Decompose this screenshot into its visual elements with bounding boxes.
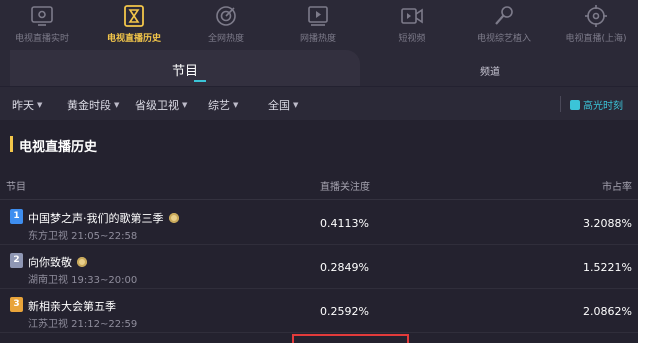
program-name: 新相亲大会第五季 [28,298,116,314]
bottom-margin [0,343,648,363]
section-title: 电视直播历史 [19,140,98,155]
section-accent-bar [10,136,13,152]
column-header-share[interactable]: 市占率 [602,178,632,193]
filter-region-label: 全国 [268,99,290,112]
program-channel-time: 江苏卫视 21:12~22:59 [28,319,138,330]
program-channel-time: 湖南卫视 19:33~20:00 [28,275,138,286]
tv-icon [31,6,53,26]
program-name: 向你致敬 [28,254,87,270]
nav-label: 电视直播历史 [106,34,161,44]
video-icon [401,8,423,24]
share-value: 1.5221% [583,261,632,274]
nav-label: 电视综艺植入 [476,34,531,44]
tab-channel-label: 频道 [480,67,500,78]
table-row[interactable]: 1 中国梦之声·我们的歌第三季 东方卫视 21:05~22:58 0.4113%… [0,201,638,245]
program-name: 中国梦之声·我们的歌第三季 [28,210,179,226]
rank-badge: 3 [10,297,23,312]
table-header: 节目 直播关注度 市占率 [0,170,638,200]
target-icon [216,6,236,26]
table-row[interactable]: 3 新相亲大会第五季 江苏卫视 21:12~22:59 0.2592% 2.08… [0,289,638,333]
nav-item-tv-live-history[interactable]: 电视直播历史 [92,0,176,50]
checkbox-icon [570,100,580,110]
app-window: 电视直播实时 电视直播历史 全网热度 网播热度 短视频 电视综艺植入 电视直播(… [0,0,648,363]
nav-label: 网播热度 [299,34,336,44]
nav-label: 电视直播(上海) [565,34,627,44]
coin-icon [168,213,179,223]
nav-item-web-broadcast-heat[interactable]: 网播热度 [276,0,360,50]
coin-icon [77,257,87,267]
filter-region-dropdown[interactable]: 全国 ▼ [268,97,298,113]
attention-value: 0.2849% [320,261,369,274]
tab-program-label: 节目 [171,64,198,79]
filter-timeslot-dropdown[interactable]: 黄金时段 ▼ [67,97,119,113]
hourglass-icon [124,5,144,27]
attention-value: 0.4113% [320,217,369,230]
rank-badge: 2 [10,253,23,268]
program-title[interactable]: 中国梦之声·我们的歌第三季 [28,212,164,225]
caret-down-icon: ▼ [37,101,43,109]
caret-down-icon: ▼ [114,101,120,109]
nav-item-tv-live-shanghai[interactable]: 电视直播(上海) [554,0,638,50]
top-nav: 电视直播实时 电视直播历史 全网热度 网播热度 短视频 电视综艺植入 电视直播(… [0,0,638,50]
filter-date-label: 昨天 [12,99,34,112]
table-row[interactable]: 2 向你致敬 湖南卫视 19:33~20:00 0.2849% 1.5221% [0,245,638,289]
microphone-icon [495,6,513,25]
sub-tabs: 节目 频道 [0,50,638,86]
filter-genre-dropdown[interactable]: 综艺 ▼ [208,97,238,113]
caret-down-icon: ▼ [293,101,299,109]
nav-item-tv-live-realtime[interactable]: 电视直播实时 [0,0,84,50]
rank-badge: 1 [10,209,23,224]
column-header-attention[interactable]: 直播关注度 [320,178,370,193]
nav-label: 全网热度 [207,34,244,44]
highlight-label: 高光时刻 [583,101,623,112]
filter-date-dropdown[interactable]: 昨天 ▼ [12,97,42,113]
program-channel-time: 东方卫视 21:05~22:58 [28,231,138,242]
share-value: 2.0862% [583,305,632,318]
share-value: 3.2088% [583,217,632,230]
column-header-program: 节目 [6,182,26,193]
attention-value: 0.2592% [320,305,369,318]
right-margin [638,0,648,363]
tab-program[interactable]: 节目 [10,50,360,86]
nav-item-tv-variety-placement[interactable]: 电视综艺植入 [462,0,546,50]
tab-active-underline [194,80,206,82]
filter-channel-group-label: 省级卫视 [135,99,179,112]
filter-channel-group-dropdown[interactable]: 省级卫视 ▼ [135,97,187,113]
filter-bar: 昨天 ▼ 黄金时段 ▼ 省级卫视 ▼ 综艺 ▼ 全国 ▼ 高光时刻 [0,86,638,120]
nav-item-web-heat[interactable]: 全网热度 [184,0,268,50]
web-player-icon [308,6,328,26]
crosshair-icon [585,5,607,27]
caret-down-icon: ▼ [233,101,239,109]
filter-genre-label: 综艺 [208,99,230,112]
nav-label: 电视直播实时 [14,34,69,44]
filter-timeslot-label: 黄金时段 [67,99,111,112]
caret-down-icon: ▼ [182,101,188,109]
highlight-toggle[interactable]: 高光时刻 [570,97,623,112]
program-title[interactable]: 新相亲大会第五季 [28,300,116,313]
tab-channel[interactable]: 频道 [360,50,638,86]
nav-label: 短视频 [398,34,426,44]
nav-item-short-video[interactable]: 短视频 [370,0,454,50]
divider [560,96,561,112]
program-title[interactable]: 向你致敬 [28,256,72,269]
